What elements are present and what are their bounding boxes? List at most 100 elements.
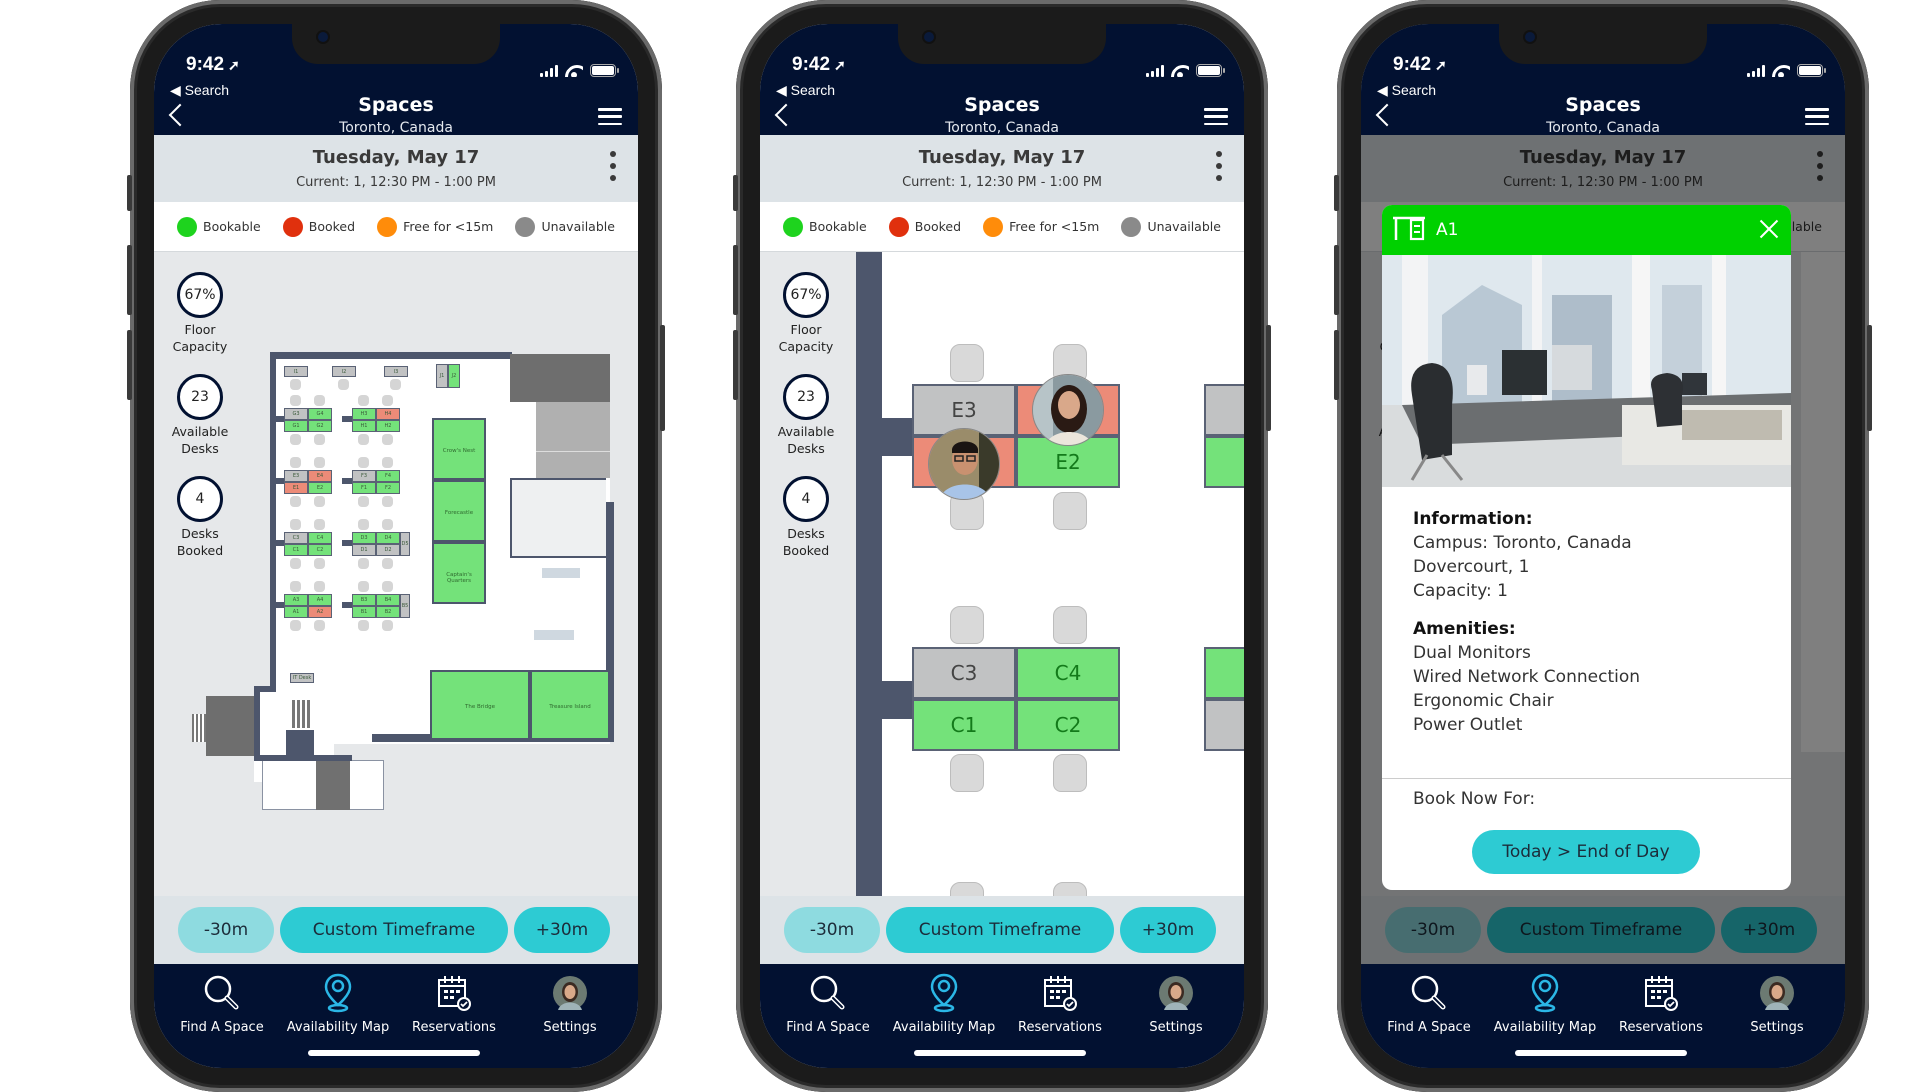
desk-partial[interactable] [1204, 436, 1244, 488]
tab-settings[interactable]: Settings [1118, 964, 1234, 1068]
desk-it-desk[interactable]: IT Desk [290, 673, 314, 683]
floor-capacity-stat: 67%FloorCapacity [772, 272, 840, 355]
hamburger-menu-button[interactable] [598, 108, 622, 125]
desk-a4[interactable]: A4 [308, 594, 332, 606]
chair [290, 395, 301, 406]
desk-e4[interactable]: E4 [308, 470, 332, 482]
close-icon[interactable] [1759, 219, 1779, 239]
page-title: Spaces [964, 94, 1040, 116]
desk-c1[interactable]: C1 [284, 544, 308, 556]
tab-find-a-space[interactable]: Find A Space [1371, 964, 1487, 1068]
more-options-button[interactable] [610, 151, 616, 181]
desk-f1[interactable]: F1 [352, 482, 376, 494]
time-controls: -30m Custom Timeframe +30m [760, 896, 1244, 964]
desk-g1[interactable]: G1 [284, 420, 308, 432]
availability-map[interactable]: E3E4E1E2C3C4C1C2 67%FloorCapacity 23Avai… [760, 252, 1244, 896]
unavailable-dot-icon [515, 216, 536, 237]
desk-d4[interactable]: D4 [376, 532, 400, 544]
desk-partial[interactable] [1204, 647, 1244, 699]
custom-timeframe-button[interactable]: Custom Timeframe [280, 907, 508, 953]
home-indicator[interactable] [1515, 1050, 1687, 1056]
hamburger-menu-button[interactable] [1204, 108, 1228, 125]
selected-date[interactable]: Tuesday, May 17 [154, 147, 638, 168]
bookable-dot-icon [177, 216, 198, 237]
status-time: 9:42 ➚ [1393, 54, 1447, 75]
desk-b2[interactable]: B2 [376, 606, 400, 618]
map-pin-icon [929, 972, 959, 1014]
desk-f4[interactable]: F4 [376, 470, 400, 482]
tab-settings[interactable]: Settings [1719, 964, 1835, 1068]
desk-c2[interactable]: C2 [1016, 699, 1120, 751]
desk-b4[interactable]: B4 [376, 594, 400, 606]
desk-a2[interactable]: A2 [308, 606, 332, 618]
desk-d1[interactable]: D1 [352, 544, 376, 556]
desk-e3[interactable]: E3 [284, 470, 308, 482]
tab-find-a-space[interactable]: Find A Space [770, 964, 886, 1068]
status-time: 9:42 ➚ [186, 54, 240, 75]
desk-j2[interactable]: J2 [448, 364, 460, 388]
wall-stub [274, 602, 284, 608]
notch [292, 24, 500, 64]
booked-user-avatar-e1[interactable] [928, 428, 1000, 500]
meeting-room-treasure-island[interactable]: Treasure Island [530, 670, 610, 740]
desk-h4[interactable]: H4 [376, 408, 400, 420]
desk-e2[interactable]: E2 [308, 482, 332, 494]
legend-bookable: Bookable [783, 216, 867, 237]
minus-30m-button[interactable]: -30m [784, 907, 880, 953]
desk-b3[interactable]: B3 [352, 594, 376, 606]
home-indicator[interactable] [914, 1050, 1086, 1056]
meeting-room-forecastle[interactable]: Forecastle [432, 480, 486, 542]
chair [1053, 606, 1087, 644]
desk-c3[interactable]: C3 [284, 532, 308, 544]
desk-c1[interactable]: C1 [912, 699, 1016, 751]
search-icon [202, 972, 242, 1014]
tab-find-a-space[interactable]: Find A Space [164, 964, 280, 1068]
desk-h2[interactable]: H2 [376, 420, 400, 432]
hamburger-menu-button[interactable] [1805, 108, 1829, 125]
desk-h3[interactable]: H3 [352, 408, 376, 420]
battery-icon [590, 64, 619, 77]
minus-30m-button[interactable]: -30m [178, 907, 274, 953]
booked-user-avatar-e4[interactable] [1032, 374, 1104, 446]
desk-d2[interactable]: D2 [376, 544, 400, 556]
meeting-room-the-bridge[interactable]: The Bridge [430, 670, 530, 740]
desk-d5[interactable]: D5 [400, 532, 410, 556]
desk-g2[interactable]: G2 [308, 420, 332, 432]
tab-settings[interactable]: Settings [512, 964, 628, 1068]
meeting-room-captain-s-quarters[interactable]: Captain's Quarters [432, 542, 486, 604]
desk-i3[interactable]: I3 [384, 366, 408, 377]
desk-partial[interactable] [1204, 699, 1244, 751]
desk-partial[interactable] [1204, 384, 1244, 436]
desk-j1[interactable]: J1 [436, 364, 448, 388]
home-indicator[interactable] [308, 1050, 480, 1056]
desk-a3[interactable]: A3 [284, 594, 308, 606]
desk-h1[interactable]: H1 [352, 420, 376, 432]
desk-b5[interactable]: B5 [400, 594, 410, 618]
plus-30m-button[interactable]: +30m [514, 907, 610, 953]
meeting-room-crow-s-nest[interactable]: Crow's Nest [432, 418, 486, 480]
desk-c4[interactable]: C4 [308, 532, 332, 544]
desk-b1[interactable]: B1 [352, 606, 376, 618]
desk-f2[interactable]: F2 [376, 482, 400, 494]
status-icons [540, 64, 619, 77]
desk-d3[interactable]: D3 [352, 532, 376, 544]
desk-i1[interactable]: I1 [284, 366, 308, 377]
custom-timeframe-button[interactable]: Custom Timeframe [886, 907, 1114, 953]
bookable-dot-icon [783, 216, 804, 237]
availability-map[interactable]: G3 G4 G1 G2 H3 H4 H1 H2 E3 E4 E1 E2 F3 F4 F1 F2 C3 C4 C1 C2… [154, 252, 638, 896]
desk-f3[interactable]: F3 [352, 470, 376, 482]
desk-i2[interactable]: I2 [332, 366, 356, 377]
desk-g4[interactable]: G4 [308, 408, 332, 420]
plus-30m-button[interactable]: +30m [1120, 907, 1216, 953]
desk-a1[interactable]: A1 [284, 606, 308, 618]
service-block [510, 354, 610, 402]
notch [898, 24, 1106, 64]
desk-e1[interactable]: E1 [284, 482, 308, 494]
desk-c4[interactable]: C4 [1016, 647, 1120, 699]
desk-c2[interactable]: C2 [308, 544, 332, 556]
desk-g3[interactable]: G3 [284, 408, 308, 420]
book-today-end-of-day-button[interactable]: Today > End of Day [1472, 830, 1700, 874]
more-options-button[interactable] [1216, 151, 1222, 181]
selected-date[interactable]: Tuesday, May 17 [760, 147, 1244, 168]
desk-c3[interactable]: C3 [912, 647, 1016, 699]
